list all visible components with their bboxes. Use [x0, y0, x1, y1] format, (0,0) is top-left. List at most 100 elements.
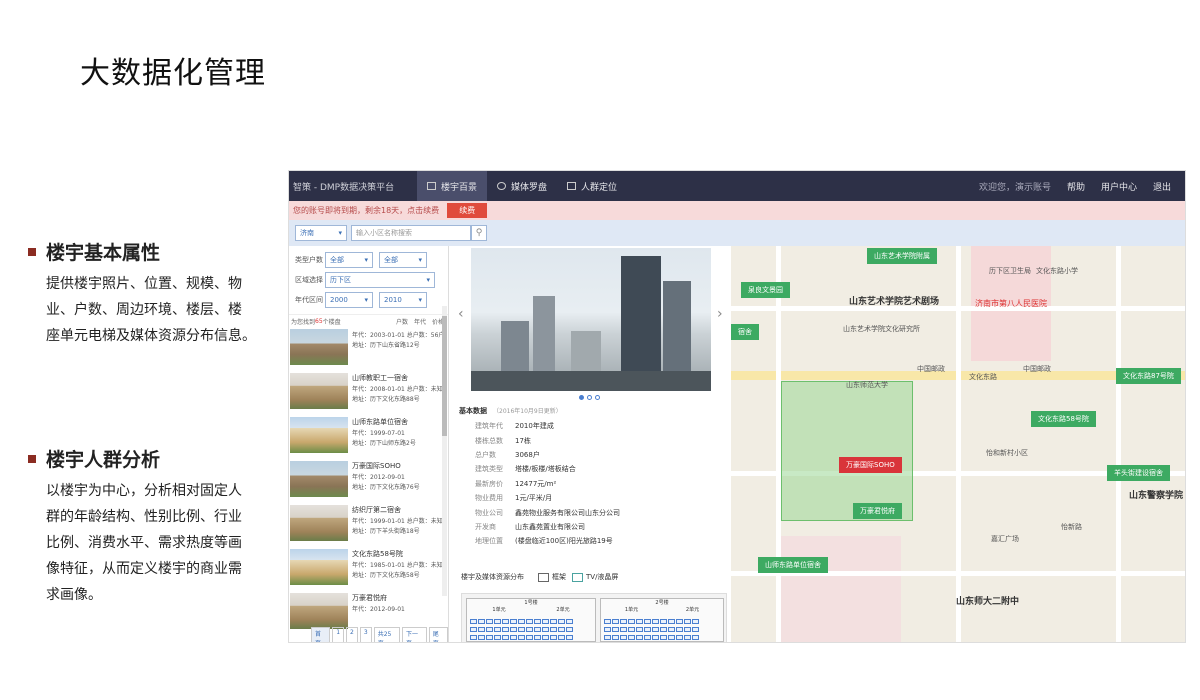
- list-item[interactable]: 纺织厅第二宿舍 年代：1999-01-01 总户数：未知 地址：历下羊头街路18号: [289, 505, 448, 548]
- sort-households[interactable]: 户数: [396, 317, 408, 326]
- building-thumbnail: [290, 373, 348, 409]
- list-item[interactable]: 山师教职工一宿舍 年代：2008-01-01 总户数：未知 地址：历下文化东路88号: [289, 373, 448, 416]
- building-thumbnail: [290, 549, 348, 585]
- section-heading: 楼宇基本属性: [28, 238, 258, 265]
- page-last[interactable]: 尾页: [428, 627, 448, 642]
- list-item[interactable]: 山师东路单位宿舍 年代：1999-07-01 地址：历下山师东路2号: [289, 417, 448, 460]
- heading-text: 楼宇基本属性: [46, 242, 161, 264]
- basic-title-text: 基本数据: [459, 407, 487, 415]
- tab-building[interactable]: 楼宇百景: [417, 171, 488, 201]
- search-input[interactable]: 输入小区名称搜索: [351, 225, 471, 241]
- page-next[interactable]: 下一页: [402, 627, 427, 642]
- map-pin[interactable]: 宿舍: [731, 324, 759, 340]
- map-label: 历下区卫生局: [989, 267, 1031, 275]
- bullet-icon: [28, 454, 36, 463]
- attr-value: 2010年建成: [515, 422, 554, 431]
- list-item[interactable]: 文化东路58号院 年代：1985-01-01 总户数：未知 地址：历下文化东路58号: [289, 549, 448, 592]
- item-meta: 年代：2012-09-01: [352, 474, 405, 481]
- building-label: 2号楼: [655, 600, 669, 606]
- slide-title: 大数据化管理: [80, 56, 266, 91]
- logout-link[interactable]: 退出: [1153, 180, 1171, 193]
- list-item[interactable]: 万豪国际SOHO 年代：2012-09-01 地址：历下文化东路76号: [289, 461, 448, 504]
- carousel-dot[interactable]: [579, 395, 584, 400]
- feature-crowd-analysis: 楼宇人群分析 以楼宇为中心，分析相对固定人 群的年龄结构、性别比例、行业 比例、…: [28, 445, 258, 608]
- map-pin[interactable]: 文化东路87号院: [1116, 368, 1181, 384]
- people-icon: [567, 182, 577, 190]
- year-to-select[interactable]: 2010 ▾: [379, 292, 427, 308]
- area-select[interactable]: 历下区 ▾: [325, 272, 435, 288]
- item-name: 山师教职工一宿舍: [352, 374, 408, 382]
- building-icon: [427, 182, 436, 190]
- page-3[interactable]: 3: [359, 627, 372, 642]
- item-address: 地址：历下文化东路76号: [352, 484, 420, 491]
- carousel-dot[interactable]: [587, 395, 592, 400]
- type-select-2[interactable]: 全部 ▾: [379, 252, 427, 268]
- carousel-dot[interactable]: [595, 395, 600, 400]
- feature-building-attributes: 楼宇基本属性 提供楼宇照片、位置、规模、物 业、户数、周边环境、楼层、楼 座单元…: [28, 238, 258, 349]
- map-pin[interactable]: 文化东路58号院: [1031, 411, 1096, 427]
- scroll-thumb[interactable]: [442, 316, 447, 436]
- section-body: 以楼宇为中心，分析相对固定人 群的年龄结构、性别比例、行业 比例、消费水平、需求…: [46, 483, 242, 603]
- welcome-text: 欢迎您，演示账号: [978, 182, 1051, 193]
- year-from-select[interactable]: 2000 ▾: [325, 292, 373, 308]
- list-item[interactable]: 年代：2003-01-01 总户数：56户 地址：历下山东省路12号: [289, 329, 448, 372]
- attr-row: 开发商 山东鑫苑置业有限公司: [475, 520, 620, 534]
- notice-text: 您的账号即将到期，剩余18天，点击续费: [293, 206, 440, 215]
- user-center-link[interactable]: 用户中心: [1101, 180, 1137, 193]
- map-label: 山东师大二附中: [956, 597, 1020, 607]
- help-link[interactable]: 帮助: [1067, 180, 1085, 193]
- app-screenshot: 智策 - DMP数据决策平台 楼宇百景 媒体罗盘 人群定位 欢迎您，演示账号 帮…: [288, 170, 1186, 643]
- select-value: 全部: [384, 256, 398, 264]
- building-list-panel: 类型户数 全部 ▾ 全部 ▾ 区域选择 历下区 ▾ 年代区间 2000 ▾ 2010 ▾ …: [289, 246, 449, 642]
- item-address: 地址：历下山师东路2号: [352, 440, 416, 447]
- item-address: 地址：历下羊头街路18号: [352, 528, 420, 535]
- attr-value: 1元/平米/月: [515, 494, 553, 503]
- map-pin-selected[interactable]: 万豪国际SOHO: [839, 457, 902, 473]
- building-list: 年代：2003-01-01 总户数：56户 地址：历下山东省路12号 山师教职工一…: [289, 329, 448, 636]
- media-distribution-header: 楼宇及媒体资源分布 框架 TV/液晶屏: [461, 572, 618, 582]
- map-label: 山东警察学院: [1129, 491, 1184, 501]
- renew-button[interactable]: 续费: [447, 203, 488, 218]
- chevron-left-icon[interactable]: ‹: [458, 306, 464, 322]
- chevron-right-icon[interactable]: ›: [717, 306, 723, 322]
- city-value: 济南: [300, 229, 314, 237]
- item-meta: 年代：2012-09-01: [352, 606, 405, 613]
- item-address: 地址：历下山东省路12号: [352, 342, 420, 349]
- map-pin[interactable]: 万豪君悦府: [853, 503, 902, 519]
- map-label: 嘉汇广场: [991, 535, 1019, 543]
- attr-value: (楼盘临近100区)阳光旅路19号: [515, 537, 613, 546]
- page-1[interactable]: 1: [332, 627, 345, 642]
- map-pin[interactable]: 泉良文景园: [741, 282, 790, 298]
- carousel-dots: [579, 395, 600, 400]
- item-name: 文化东路58号院: [352, 550, 403, 558]
- chevron-down-icon: ▾: [338, 229, 342, 237]
- page-first[interactable]: 首页: [311, 627, 331, 642]
- building-detail: ‹ › 基本数据 （2016年10月9日更新） 建筑年代 2010年建成 楼栋总数 1…: [458, 246, 729, 642]
- list-scrollbar[interactable]: [442, 306, 447, 596]
- item-name: 纺织厅第二宿舍: [352, 506, 401, 514]
- type-select[interactable]: 全部 ▾: [325, 252, 373, 268]
- attr-row: 地理位置 (楼盘临近100区)阳光旅路19号: [475, 534, 620, 548]
- map-pin[interactable]: 羊头街建设宿舍: [1107, 465, 1170, 481]
- attr-row: 物业公司 鑫苑物业服务有限公司山东分公司: [475, 505, 620, 519]
- filter-label: 年代区间: [295, 296, 323, 304]
- city-select[interactable]: 济南 ▾: [295, 225, 347, 241]
- filter-type: 类型户数 全部 ▾ 全部 ▾: [289, 250, 448, 270]
- tab-crowd[interactable]: 人群定位: [557, 171, 627, 201]
- map-pin[interactable]: 山东艺术学院附属: [867, 248, 937, 264]
- chevron-down-icon: ▾: [364, 256, 368, 264]
- building-thumbnail: [290, 505, 348, 541]
- tab-media[interactable]: 媒体罗盘: [487, 171, 557, 201]
- tab-label: 人群定位: [581, 182, 618, 193]
- select-value: 2010: [384, 296, 402, 304]
- page-2[interactable]: 2: [346, 627, 358, 642]
- map-pin[interactable]: 山师东路单位宿舍: [758, 557, 828, 573]
- compass-icon: [497, 182, 507, 190]
- sort-year[interactable]: 年代: [414, 317, 426, 326]
- attr-key: 物业费用: [475, 494, 503, 503]
- search-icon[interactable]: ⚲: [471, 225, 487, 241]
- filter-area: 区域选择 历下区 ▾: [289, 270, 448, 290]
- pagination: 首页 1 2 3 共25页 下一页 尾页: [311, 627, 448, 642]
- select-value: 历下区: [330, 276, 351, 284]
- map-view[interactable]: 山东艺术学院附属 泉良文景园 文化东路87号院 文化东路58号院 万豪国际SOH…: [731, 246, 1185, 642]
